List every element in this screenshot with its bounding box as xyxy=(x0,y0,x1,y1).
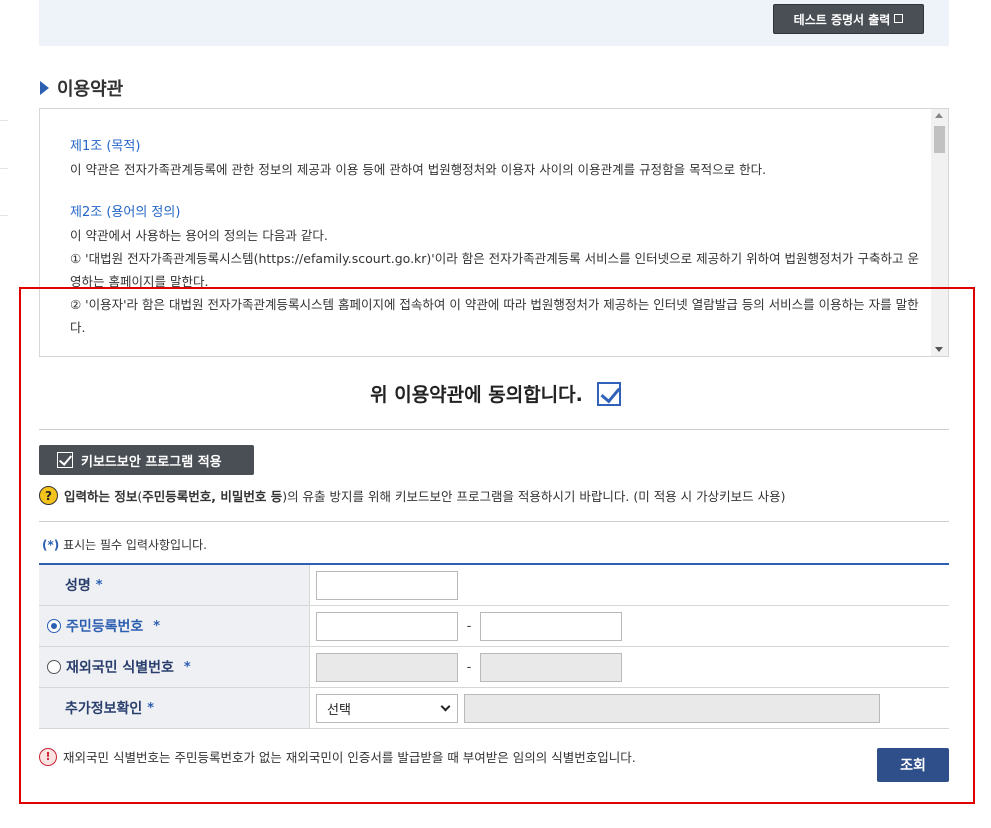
section-title: 이용약관 xyxy=(40,75,123,101)
required-mark: * xyxy=(183,659,191,675)
edge-line xyxy=(0,168,8,169)
form-row-extra-info: 추가정보확인 * 선택 xyxy=(39,688,949,729)
article-2-title: 제2조 (용어의 정의) xyxy=(70,205,181,220)
edge-line xyxy=(0,215,8,216)
terms-scroll-box[interactable]: 제1조 (목적) 이 약관은 전자가족관계등록에 관한 정보의 제공과 이용 등… xyxy=(39,108,949,357)
name-input[interactable] xyxy=(316,570,458,600)
extra-info-select-value: 선택 xyxy=(327,702,351,718)
keyboard-security-label: 키보드보안 프로그램 적용 xyxy=(81,454,222,470)
required-mark: * xyxy=(95,577,103,593)
rrn-radio[interactable] xyxy=(47,619,61,633)
article-2-item-2: ② '이용자'라 함은 대법원 전자가족관계등록시스템 홈페이지에 접속하여 이… xyxy=(70,297,919,335)
rrn-back-input[interactable] xyxy=(480,611,622,641)
extra-info-select[interactable]: 선택 xyxy=(316,693,458,723)
form-row-foreign-id: 재외국민 식별번호 * - xyxy=(39,647,949,688)
edge-line xyxy=(0,120,8,121)
extra-info-label: 추가정보확인 * xyxy=(39,688,310,728)
foreign-id-option[interactable]: 재외국민 식별번호 * xyxy=(39,647,310,687)
article-1-body: 이 약관은 전자가족관계등록에 관한 정보의 제공과 이용 등에 관하여 법원행… xyxy=(70,162,767,177)
agree-label: 위 이용약관에 동의합니다. xyxy=(370,384,583,406)
rrn-label: 주민등록번호 xyxy=(66,619,144,635)
warning-text: 재외국민 식별번호는 주민등록번호가 없는 재외국민이 인증서를 발급받을 때 … xyxy=(63,750,636,765)
rrn-option[interactable]: 주민등록번호 * xyxy=(39,606,310,646)
required-star: (*) xyxy=(42,538,60,552)
terms-content: 제1조 (목적) 이 약관은 전자가족관계등록에 관한 정보의 제공과 이용 등… xyxy=(70,135,920,339)
checkbox-icon xyxy=(57,452,73,468)
query-button[interactable]: 조회 xyxy=(877,748,949,782)
left-edge xyxy=(0,0,12,828)
name-label: 성명 * xyxy=(39,565,310,605)
agree-row: 위 이용약관에 동의합니다. xyxy=(0,380,991,407)
scroll-down-arrow-icon[interactable] xyxy=(935,347,943,352)
article-2-intro: 이 약관에서 사용하는 용어의 정의는 다음과 같다. xyxy=(70,228,328,243)
identity-form: 성명 * 주민등록번호 * - 재외국민 식별번호 * - 추가정보확인 * 선… xyxy=(39,563,949,729)
test-certificate-print-label: 테스트 증명서 출력 xyxy=(793,12,891,27)
foreign-id-front-input xyxy=(316,652,458,682)
external-link-icon xyxy=(894,13,904,23)
scroll-up-arrow-icon[interactable] xyxy=(935,113,943,118)
foreign-id-dash: - xyxy=(466,659,472,675)
section-title-text: 이용약관 xyxy=(57,79,124,100)
test-certificate-print-button[interactable]: 테스트 증명서 출력 xyxy=(773,4,924,34)
notice-text: 입력하는 정보(주민등록번호, 비밀번호 등)의 유출 방지를 위해 키보드보안… xyxy=(64,489,786,504)
divider xyxy=(39,429,949,430)
triangle-bullet-icon xyxy=(40,81,49,95)
required-note-text: 표시는 필수 입력사항입니다. xyxy=(59,538,207,552)
extra-info-input xyxy=(464,693,880,723)
agree-checkbox[interactable] xyxy=(596,381,621,406)
foreign-id-label: 재외국민 식별번호 xyxy=(66,660,174,676)
rrn-front-input[interactable] xyxy=(316,611,458,641)
article-2-item-1: ① '대법원 전자가족관계등록시스템(https://efamily.scour… xyxy=(70,251,919,289)
keyboard-security-notice: ? 입력하는 정보(주민등록번호, 비밀번호 등)의 유출 방지를 위해 키보드… xyxy=(39,486,786,505)
required-note: (*) 표시는 필수 입력사항입니다. xyxy=(42,536,207,553)
divider xyxy=(39,521,949,522)
foreign-id-radio[interactable] xyxy=(47,660,61,674)
form-row-rrn: 주민등록번호 * - xyxy=(39,606,949,647)
scroll-thumb[interactable] xyxy=(934,126,945,153)
foreign-id-back-input xyxy=(480,652,622,682)
question-icon: ? xyxy=(39,486,58,505)
terms-scrollbar[interactable] xyxy=(931,109,948,356)
foreign-id-warning: ! 재외국민 식별번호는 주민등록번호가 없는 재외국민이 인증서를 발급받을 … xyxy=(39,747,636,766)
required-mark: * xyxy=(147,700,155,716)
required-mark: * xyxy=(153,618,161,634)
keyboard-security-button[interactable]: 키보드보안 프로그램 적용 xyxy=(39,445,254,475)
rrn-dash: - xyxy=(466,618,472,634)
form-row-name: 성명 * xyxy=(39,565,949,606)
article-1-title: 제1조 (목적) xyxy=(70,139,141,154)
exclamation-icon: ! xyxy=(39,747,57,766)
chevron-down-icon xyxy=(440,701,451,711)
